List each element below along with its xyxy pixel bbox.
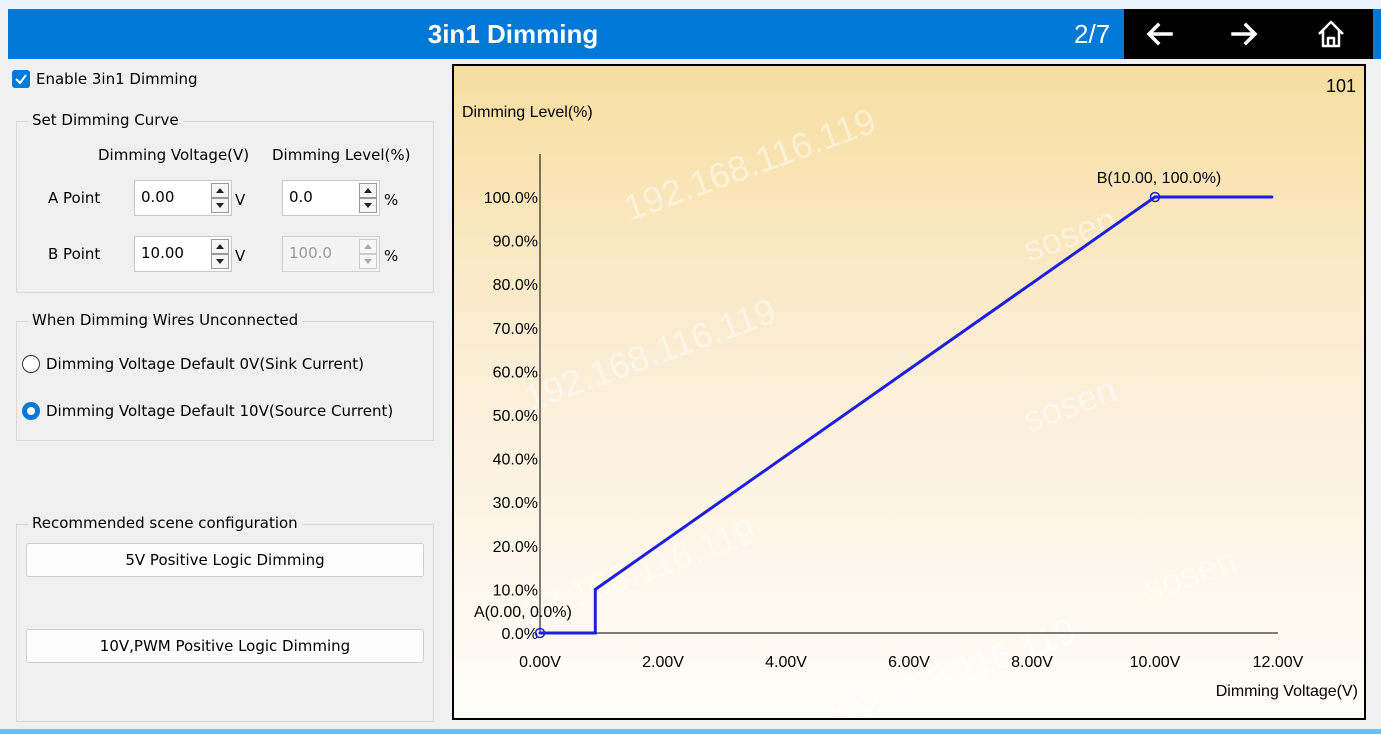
page-indicator: 2/7	[1074, 19, 1111, 49]
b-voltage-unit: V	[235, 247, 246, 265]
corner-label: 101	[1326, 76, 1356, 96]
prev-page-button[interactable]	[1124, 9, 1194, 59]
annotation-label-a: A(0.00, 0.0%)	[474, 604, 572, 621]
preset-5v-positive-button[interactable]: 5V Positive Logic Dimming	[26, 543, 424, 577]
y-tick-label: 10.0%	[493, 582, 538, 599]
home-icon	[1318, 20, 1344, 48]
x-tick-label: 6.00V	[888, 654, 930, 671]
watermark-text: sosen	[1138, 539, 1242, 610]
enable-label: Enable 3in1 Dimming	[36, 70, 198, 88]
x-tick-label: 8.00V	[1011, 654, 1053, 671]
radio-default-0v-label: Dimming Voltage Default 0V(Sink Current)	[46, 355, 365, 373]
y-tick-label: 70.0%	[493, 321, 538, 338]
watermark-text: sosen	[1018, 369, 1122, 440]
a-level-unit: %	[384, 191, 399, 209]
next-page-button[interactable]	[1210, 9, 1280, 59]
bottom-accent-line	[0, 729, 1381, 734]
spin-arrows-icon[interactable]	[359, 183, 377, 213]
b-level-spinbox: 100.0	[282, 236, 380, 272]
x-tick-label: 4.00V	[765, 654, 807, 671]
col-voltage-header: Dimming Voltage(V)	[98, 146, 250, 164]
radio-dot	[27, 407, 35, 415]
a-voltage-spinbox[interactable]: 0.00	[134, 180, 232, 216]
watermark-text: sosen	[1018, 199, 1122, 270]
title-bar: 3in1 Dimming 2/7	[8, 9, 1124, 59]
b-voltage-spinbox[interactable]: 10.00	[134, 236, 232, 272]
arrow-left-icon	[1146, 22, 1173, 46]
unconnected-group-label: When Dimming Wires Unconnected	[28, 311, 303, 329]
b-level-unit: %	[384, 247, 399, 265]
series-vertex	[538, 631, 542, 635]
y-tick-label: 100.0%	[484, 190, 538, 207]
top-accent-line	[0, 0, 1381, 9]
b-level-value: 100.0	[289, 244, 332, 262]
series-vertex	[1153, 195, 1157, 199]
x-tick-label: 0.00V	[519, 654, 561, 671]
dimming-curve-group-label: Set Dimming Curve	[28, 111, 183, 129]
chart-svg: 192.168.116.119 sosen 192.168.116.119 sosen…	[462, 76, 1358, 718]
radio-default-0v[interactable]	[22, 355, 40, 373]
home-button[interactable]	[1296, 9, 1366, 59]
a-level-spinbox[interactable]: 0.0	[282, 180, 380, 216]
preset-10v-pwm-button[interactable]: 10V,PWM Positive Logic Dimming	[26, 629, 424, 663]
watermark-text: 192.168.116.119	[618, 100, 881, 229]
enable-checkbox[interactable]	[12, 70, 30, 88]
annotation-label-b: B(10.00, 100.0%)	[1097, 170, 1222, 187]
series-vertex	[593, 631, 597, 635]
y-tick-label: 80.0%	[493, 277, 538, 294]
a-point-label: A Point	[48, 189, 101, 207]
watermark-text: 192.168.116.119	[518, 290, 781, 419]
radio-default-10v-label: Dimming Voltage Default 10V(Source Curre…	[46, 402, 394, 420]
y-tick-label: 0.0%	[502, 626, 538, 643]
y-tick-label: 60.0%	[493, 364, 538, 381]
header-edge	[1373, 9, 1381, 59]
a-voltage-unit: V	[235, 191, 246, 209]
spin-arrows-icon	[359, 239, 377, 269]
y-axis-label: Dimming Level(%)	[462, 104, 593, 121]
x-tick-label: 2.00V	[642, 654, 684, 671]
radio-default-10v[interactable]	[22, 402, 40, 420]
series-vertex	[593, 587, 597, 591]
y-tick-label: 90.0%	[493, 234, 538, 251]
checkmark-icon	[15, 74, 27, 85]
b-voltage-value: 10.00	[141, 244, 184, 262]
x-axis-label: Dimming Voltage(V)	[1216, 683, 1358, 700]
arrow-right-icon	[1231, 22, 1258, 46]
y-tick-label: 20.0%	[493, 539, 538, 556]
col-level-header: Dimming Level(%)	[272, 146, 411, 164]
series-vertex	[1270, 195, 1274, 199]
y-tick-label: 30.0%	[493, 495, 538, 512]
y-tick-label: 40.0%	[493, 452, 538, 469]
recommended-group-label: Recommended scene configuration	[28, 514, 302, 532]
page-title: 3in1 Dimming	[427, 19, 599, 49]
spin-arrows-icon[interactable]	[211, 183, 229, 213]
x-tick-label: 12.00V	[1253, 654, 1304, 671]
x-tick-label: 10.00V	[1130, 654, 1181, 671]
nav-bar	[1124, 9, 1373, 59]
a-voltage-value: 0.00	[141, 188, 175, 206]
dimming-chart: 192.168.116.119 sosen 192.168.116.119 sosen…	[452, 64, 1366, 720]
unconnected-group	[16, 321, 434, 441]
spin-arrows-icon[interactable]	[211, 239, 229, 269]
b-point-label: B Point	[48, 245, 101, 263]
y-tick-label: 50.0%	[493, 408, 538, 425]
a-level-value: 0.0	[289, 188, 313, 206]
